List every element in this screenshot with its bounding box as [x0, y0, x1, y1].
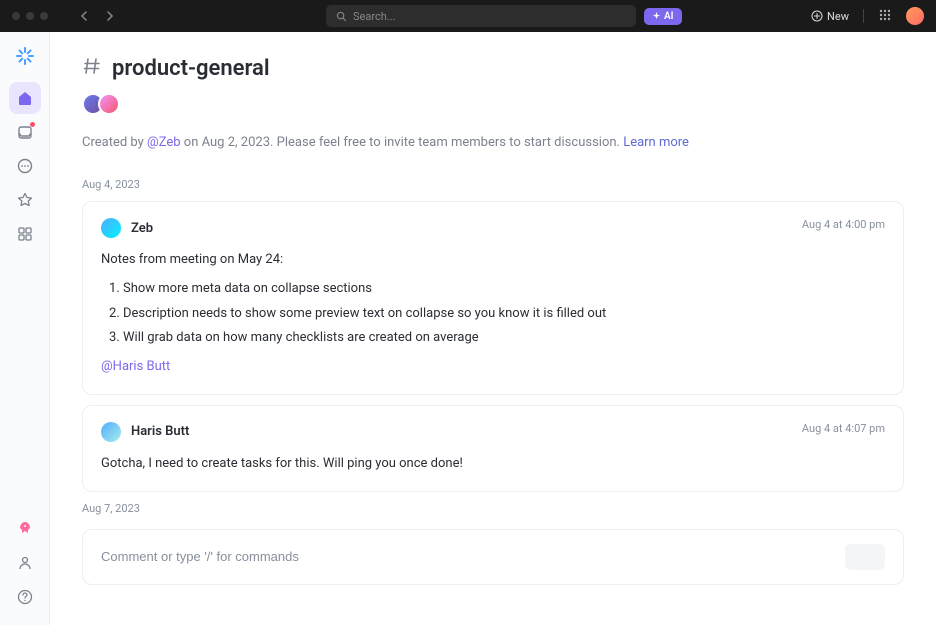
- post-author[interactable]: Zeb: [131, 221, 153, 236]
- nav-arrows: [76, 7, 118, 25]
- sidebar-item-more[interactable]: [9, 150, 41, 182]
- sidebar-item-home[interactable]: [9, 82, 41, 114]
- search-icon: [336, 11, 347, 22]
- user-avatar[interactable]: [906, 7, 924, 25]
- post-list: Show more meta data on collapse sections…: [123, 279, 885, 349]
- user-mention[interactable]: @Haris Butt: [101, 359, 170, 374]
- desc-text: Created by: [82, 135, 147, 150]
- send-button[interactable]: [845, 544, 885, 570]
- post: Haris Butt Aug 4 at 4:07 pm Gotcha, I ne…: [82, 405, 904, 492]
- ai-button[interactable]: AI: [644, 8, 682, 25]
- plus-circle-icon: [811, 10, 823, 22]
- desc-text: on Aug 2, 2023. Please feel free to invi…: [181, 135, 624, 150]
- logo-icon: [15, 46, 35, 66]
- minimize-window-icon[interactable]: [26, 12, 34, 20]
- comment-box: [82, 529, 904, 585]
- avatar: [101, 218, 121, 238]
- avatar: [101, 422, 121, 442]
- post-timestamp: Aug 4 at 4:07 pm: [802, 422, 885, 435]
- channel-description: Created by @Zeb on Aug 2, 2023. Please f…: [82, 135, 904, 150]
- search-input[interactable]: Search...: [326, 5, 636, 27]
- list-item: Will grab data on how many checklists ar…: [123, 328, 885, 349]
- app-logo[interactable]: [13, 44, 37, 68]
- apps-grid-icon: [878, 8, 892, 22]
- divider: [863, 9, 864, 23]
- ai-label: AI: [664, 11, 674, 22]
- post-timestamp: Aug 4 at 4:00 pm: [802, 218, 885, 231]
- date-divider: Aug 4, 2023: [82, 178, 904, 191]
- sidebar-item-dashboards[interactable]: [9, 218, 41, 250]
- main-layout: product-general Created by @Zeb on Aug 2…: [0, 32, 936, 625]
- sidebar: [0, 32, 50, 625]
- titlebar: Search... AI New: [0, 0, 936, 32]
- search-container: Search... AI: [326, 5, 682, 27]
- notification-dot-icon: [30, 122, 35, 127]
- rocket-icon: [17, 521, 33, 537]
- channel-title: product-general: [112, 56, 270, 81]
- post-header: Zeb: [101, 218, 885, 238]
- window-controls: [12, 12, 48, 20]
- date-divider: Aug 7, 2023: [82, 502, 904, 515]
- hash-icon: [82, 56, 102, 81]
- help-icon: [17, 589, 33, 605]
- post: Zeb Aug 4 at 4:00 pm Notes from meeting …: [82, 201, 904, 395]
- comment-input[interactable]: [101, 549, 845, 564]
- search-placeholder: Search...: [353, 10, 626, 23]
- channel-header: product-general: [82, 56, 904, 81]
- learn-more-link[interactable]: Learn more: [623, 135, 689, 150]
- titlebar-right: New: [811, 7, 924, 26]
- apps-grid-button[interactable]: [878, 7, 892, 26]
- content-area: product-general Created by @Zeb on Aug 2…: [50, 32, 936, 625]
- home-icon: [17, 90, 33, 106]
- sidebar-bottom: [9, 513, 41, 613]
- nav-back-button[interactable]: [76, 7, 94, 25]
- avatar: [98, 93, 120, 115]
- grid-icon: [17, 226, 33, 242]
- post-intro: Notes from meeting on May 24:: [101, 250, 885, 271]
- new-label: New: [827, 10, 849, 23]
- sidebar-item-people[interactable]: [9, 547, 41, 579]
- maximize-window-icon[interactable]: [40, 12, 48, 20]
- list-item: Description needs to show some preview t…: [123, 304, 885, 325]
- new-button[interactable]: New: [811, 10, 849, 23]
- sidebar-item-help[interactable]: [9, 581, 41, 613]
- post-author[interactable]: Haris Butt: [131, 424, 189, 439]
- star-icon: [17, 192, 33, 208]
- post-text: Gotcha, I need to create tasks for this.…: [101, 454, 885, 475]
- post-body: Notes from meeting on May 24: Show more …: [101, 250, 885, 378]
- creator-mention[interactable]: @Zeb: [147, 135, 181, 150]
- post-body: Gotcha, I need to create tasks for this.…: [101, 454, 885, 475]
- post-header: Haris Butt: [101, 422, 885, 442]
- more-icon: [17, 158, 33, 174]
- sparkle-icon: [652, 12, 661, 21]
- sidebar-item-favorites[interactable]: [9, 184, 41, 216]
- sidebar-item-upgrade[interactable]: [9, 513, 41, 545]
- member-avatars[interactable]: [82, 93, 904, 115]
- person-icon: [17, 555, 33, 571]
- nav-forward-button[interactable]: [100, 7, 118, 25]
- close-window-icon[interactable]: [12, 12, 20, 20]
- sidebar-item-inbox[interactable]: [9, 116, 41, 148]
- list-item: Show more meta data on collapse sections: [123, 279, 885, 300]
